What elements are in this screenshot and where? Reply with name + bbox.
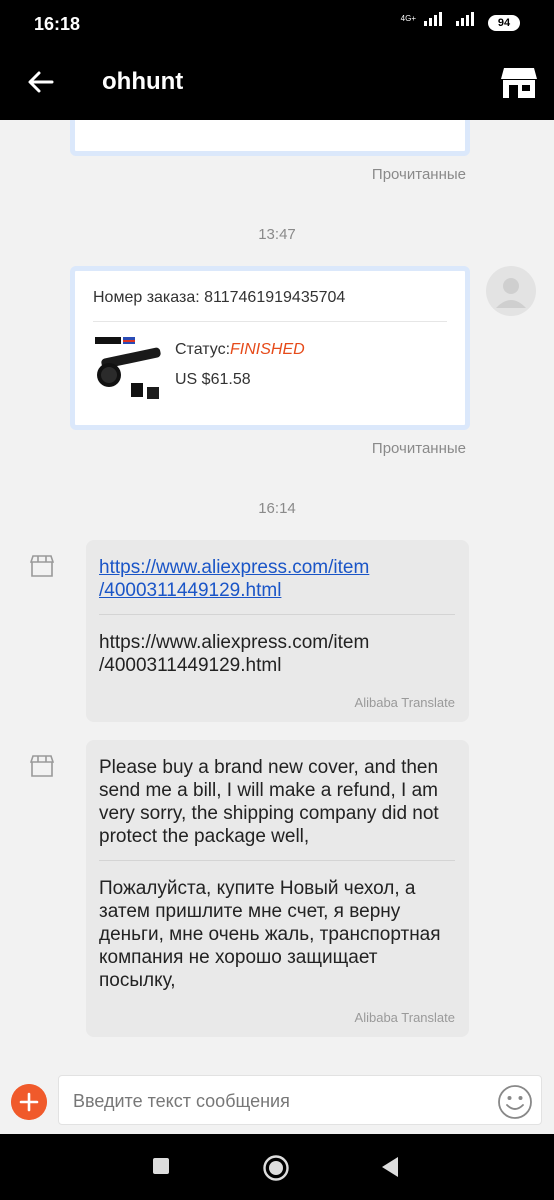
message-text: Please buy a brand new cover, and then s… <box>99 757 439 847</box>
navigation-bar <box>0 1134 554 1200</box>
network-type: 4G+ <box>400 14 416 23</box>
translator-label: Alibaba Translate <box>354 695 455 710</box>
order-status: Статус:FINISHED <box>175 341 305 359</box>
signal-bars-2-icon <box>456 12 474 26</box>
message-bubble[interactable]: https://www.aliexpress.com/item /4000311… <box>86 540 469 722</box>
store-icon[interactable] <box>500 66 538 100</box>
translated-line-1: https://www.aliexpress.com/item <box>99 632 370 653</box>
home-icon[interactable] <box>262 1154 290 1182</box>
status-time: 16:18 <box>34 14 81 34</box>
previous-order-card[interactable] <box>70 120 470 156</box>
add-attachment-button[interactable] <box>11 1084 47 1120</box>
chat-header: ohhunt <box>0 48 554 120</box>
divider <box>93 321 447 322</box>
battery-icon: 94 <box>488 15 520 31</box>
link-line-2[interactable]: /4000311449129.html <box>99 580 281 601</box>
product-thumbnail <box>97 120 167 135</box>
link-line-1[interactable]: https://www.aliexpress.com/item <box>99 557 369 578</box>
back-arrow-icon[interactable] <box>24 66 56 98</box>
order-card[interactable]: Номер заказа: 8117461919435704 Статус:FI… <box>70 266 470 430</box>
seller-store-icon <box>30 555 54 577</box>
emoji-icon[interactable] <box>497 1084 533 1120</box>
message-field[interactable] <box>58 1075 542 1125</box>
translated-text: Пожалуйста, купите Новый чехол, а затем … <box>99 878 441 991</box>
timestamp: 16:14 <box>258 500 296 517</box>
recents-icon[interactable] <box>152 1157 170 1175</box>
order-price: US $61.58 <box>175 371 251 388</box>
order-number: Номер заказа: 8117461919435704 <box>93 289 346 306</box>
chat-area[interactable]: Прочитанные 13:47 Номер заказа: 81174619… <box>0 120 554 1072</box>
status-label: Статус: <box>175 341 231 358</box>
chat-title: ohhunt <box>102 68 184 95</box>
translation-divider <box>99 614 455 615</box>
read-status: Прочитанные <box>371 440 466 457</box>
translated-line-2: /4000311449129.html <box>99 655 282 676</box>
translated-text: https://www.aliexpress.com/item /4000311… <box>99 631 455 677</box>
product-thumbnail <box>95 337 161 399</box>
message-link[interactable]: https://www.aliexpress.com/item /4000311… <box>99 556 455 602</box>
status-value: FINISHED <box>230 341 305 358</box>
avatar <box>486 266 536 316</box>
signal-bars-icon <box>424 12 442 26</box>
translator-label: Alibaba Translate <box>354 1010 455 1025</box>
status-bar: 16:18 4G+ 94 <box>0 0 554 48</box>
message-input-bar <box>0 1072 554 1134</box>
seller-store-icon <box>30 755 54 777</box>
translation-divider <box>99 860 455 861</box>
message-bubble[interactable]: Please buy a brand new cover, and then s… <box>86 740 469 1037</box>
back-nav-icon[interactable] <box>380 1156 400 1178</box>
read-status: Прочитанные <box>371 166 466 183</box>
message-input[interactable] <box>71 1086 475 1116</box>
timestamp: 13:47 <box>258 226 296 243</box>
